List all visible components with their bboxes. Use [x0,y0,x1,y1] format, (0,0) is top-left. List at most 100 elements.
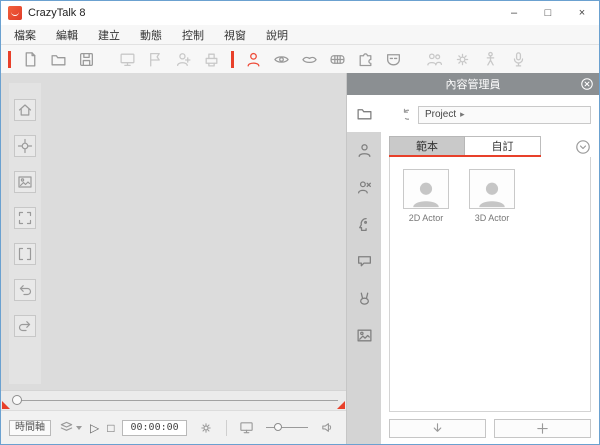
open-project-button[interactable] [47,48,70,71]
panel-close-button[interactable] [580,77,594,91]
playhead-line [17,400,338,401]
mask-button[interactable] [382,48,405,71]
menu-item-control[interactable]: 控制 [172,27,214,43]
export-button[interactable] [144,48,167,71]
export-flag-icon [147,51,164,68]
plus-icon [535,421,550,436]
undo-button[interactable] [14,279,36,301]
tab-head[interactable] [347,206,381,243]
mouth-fitting-button[interactable] [298,48,321,71]
fit-screen-button[interactable] [14,207,36,229]
volume-slider[interactable] [266,422,308,433]
open-folder-icon [50,51,67,68]
track-list-button[interactable] [59,416,82,439]
render-preview-button[interactable] [235,416,258,439]
person-edit-icon [356,179,373,196]
puppet-button[interactable] [451,48,474,71]
content-category-tabs [347,95,381,444]
stop-button[interactable]: □ [107,422,114,434]
project-row: Project ▸ [389,103,591,126]
folder-icon [356,105,373,122]
menu-item-file[interactable]: 檔案 [4,27,46,43]
list-item[interactable]: 2D Actor [400,169,452,223]
person-silhouette-icon [475,178,509,208]
actor-thumbnail[interactable] [403,169,449,209]
print-button[interactable] [200,48,223,71]
focus-button[interactable] [14,135,36,157]
focus-target-icon [17,138,33,154]
composer-button[interactable] [354,48,377,71]
window-controls: – □ × [497,1,599,25]
menu-item-help[interactable]: 說明 [256,27,298,43]
eye-fitting-button[interactable] [270,48,293,71]
minimize-button[interactable]: – [497,1,531,25]
frame-borders-button[interactable] [14,243,36,265]
body-motion-button[interactable] [479,48,502,71]
actor-label: 3D Actor [466,213,518,223]
preview-monitor-icon [119,51,136,68]
collapse-button[interactable] [575,139,591,155]
actor-label: 2D Actor [400,213,452,223]
menu-item-edit[interactable]: 編輯 [46,27,88,43]
stage-canvas[interactable] [1,73,346,390]
timeline-button[interactable]: 時間軸 [9,420,51,436]
toolbar-group-marker [231,51,234,68]
tab-actor[interactable] [347,132,381,169]
add-actor-button[interactable] [172,48,195,71]
redo-button[interactable] [14,315,36,337]
canvas-tool-rail [9,83,41,384]
tab-scene-image[interactable] [347,317,381,354]
content-manager-content: Project ▸ 範本 自訂 2D [381,95,599,444]
title-bar: CrazyTalk 8 – □ × [1,1,599,25]
time-settings-button[interactable] [195,416,218,439]
actor-mode-button[interactable] [242,48,265,71]
speaker-button[interactable] [316,416,339,439]
preview-button[interactable] [116,48,139,71]
app-logo-icon [8,6,22,20]
maximize-button[interactable]: □ [531,1,565,25]
redo-icon [17,318,33,334]
tab-project-folder[interactable] [347,95,381,132]
new-document-icon [22,51,39,68]
mask-icon [385,51,402,68]
add-content-button[interactable] [494,419,591,438]
project-dropdown[interactable]: Project ▸ [418,106,591,124]
menu-item-create[interactable]: 建立 [88,27,130,43]
save-project-button[interactable] [75,48,98,71]
window-title: CrazyTalk 8 [28,7,85,19]
tab-custom[interactable]: 自訂 [465,136,541,155]
list-item[interactable]: 3D Actor [466,169,518,223]
gear-icon [454,51,471,68]
tab-avatar[interactable] [347,169,381,206]
transport-divider [226,420,227,436]
home-view-button[interactable] [14,99,36,121]
play-button[interactable]: ▷ [90,422,99,434]
download-content-button[interactable] [389,419,486,438]
chevron-down-circle-icon [575,139,591,155]
close-circle-icon [580,77,594,91]
playhead-knob[interactable] [12,395,22,405]
back-button[interactable] [389,103,412,126]
new-document-button[interactable] [19,48,42,71]
menu-item-window[interactable]: 視窗 [214,27,256,43]
motion-button[interactable] [423,48,446,71]
close-button[interactable]: × [565,1,599,25]
lips-icon [301,51,318,68]
head-profile-icon [356,216,373,233]
teeth-fitting-button[interactable] [326,48,349,71]
content-manager-header: 內容管理員 [347,73,599,95]
menu-bar: 檔案 編輯 建立 動態 控制 視窗 說明 [1,25,599,45]
printer-icon [203,51,220,68]
actor-thumbnail[interactable] [469,169,515,209]
toolbar-group-marker [8,51,11,68]
tab-template[interactable]: 範本 [389,136,465,155]
menu-item-motion[interactable]: 動態 [130,27,172,43]
project-arrow-icon: ▸ [460,109,465,120]
tab-voice[interactable] [347,243,381,280]
record-voice-button[interactable] [507,48,530,71]
tab-animation[interactable] [347,280,381,317]
library-tabs: 範本 自訂 [389,136,541,157]
volume-knob[interactable] [274,423,282,431]
back-curved-arrow-icon [393,107,409,123]
background-button[interactable] [14,171,36,193]
